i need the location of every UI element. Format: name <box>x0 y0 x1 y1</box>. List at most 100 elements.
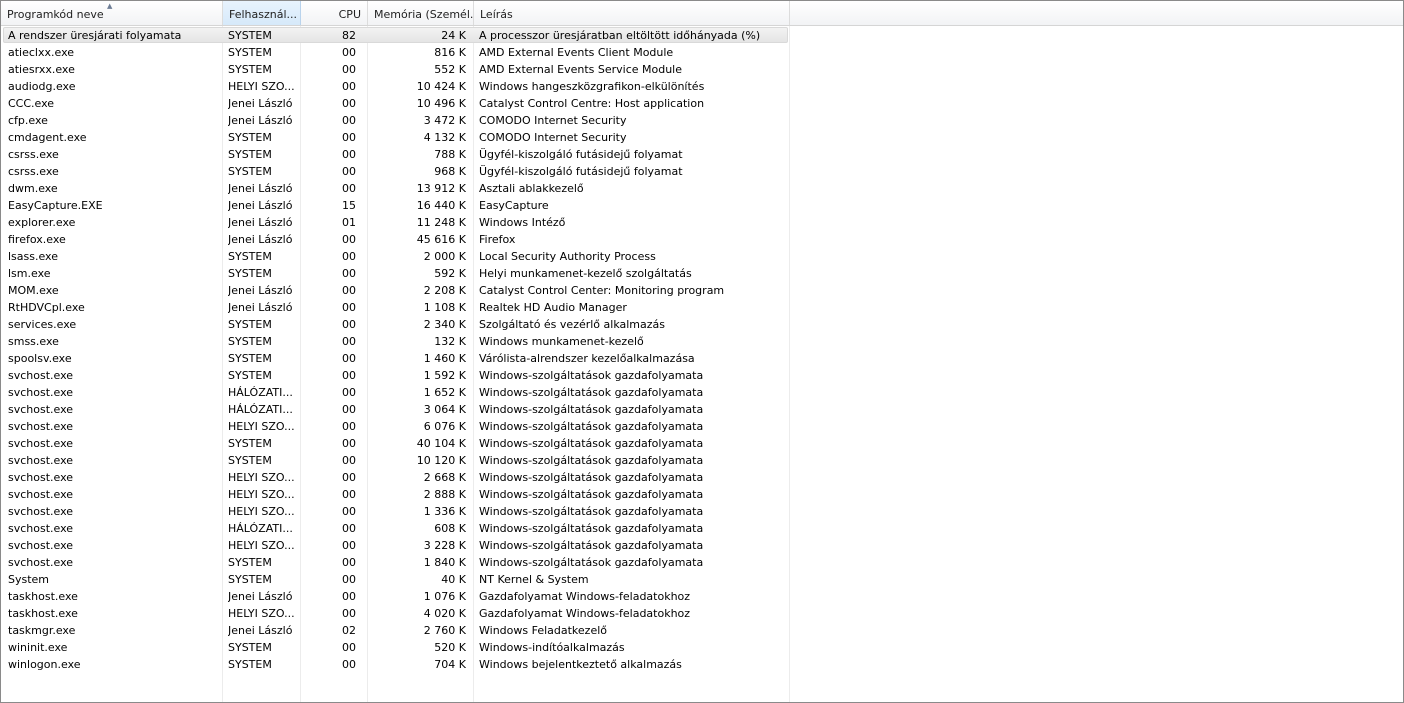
process-row[interactable]: audiodg.exe HELYI SZO... 00 10 424 K Windows… <box>1 78 1403 95</box>
process-row[interactable]: taskhost.exe HELYI SZO... 00 4 020 K Gazdafo… <box>1 605 1403 622</box>
process-row[interactable]: winlogon.exe SYSTEM 00 704 K Windows bejelen… <box>1 656 1403 673</box>
process-user: HELYI SZO... <box>228 80 295 93</box>
process-rows: A rendszer üresjárati folyamata SYSTEM 82 2… <box>1 27 1403 673</box>
process-name: taskhost.exe <box>8 607 78 620</box>
process-row[interactable]: lsm.exe SYSTEM 00 592 K Helyi munkamenet-kez… <box>1 265 1403 282</box>
column-header-cpu-label: CPU <box>338 8 361 21</box>
process-row[interactable]: lsass.exe SYSTEM 00 2 000 K Local Security A… <box>1 248 1403 265</box>
process-cpu: 00 <box>342 454 356 467</box>
sort-ascending-icon: ▲ <box>107 2 113 10</box>
process-row[interactable]: firefox.exe Jenei László 00 45 616 K Firefox <box>1 231 1403 248</box>
process-row[interactable]: svchost.exe SYSTEM 00 10 120 K Windows-szolg… <box>1 452 1403 469</box>
column-header-cpu[interactable]: CPU <box>301 1 368 25</box>
process-cpu: 00 <box>342 267 356 280</box>
process-description: NT Kernel & System <box>479 573 589 586</box>
process-row[interactable]: wininit.exe SYSTEM 00 520 K Windows-indítóal… <box>1 639 1403 656</box>
process-row[interactable]: cfp.exe Jenei László 00 3 472 K COMODO Inter… <box>1 112 1403 129</box>
process-row[interactable]: smss.exe SYSTEM 00 132 K Windows munkamenet-… <box>1 333 1403 350</box>
process-name: winlogon.exe <box>8 658 81 671</box>
process-name: RtHDVCpl.exe <box>8 301 85 314</box>
process-description: Ügyfél-kiszolgáló futásidejű folyamat <box>479 165 683 178</box>
process-cpu: 00 <box>342 641 356 654</box>
process-row[interactable]: services.exe SYSTEM 00 2 340 K Szolgáltató é… <box>1 316 1403 333</box>
process-row[interactable]: csrss.exe SYSTEM 00 788 K Ügyfél-kiszolgáló … <box>1 146 1403 163</box>
process-cpu: 00 <box>342 556 356 569</box>
process-row[interactable]: svchost.exe SYSTEM 00 1 592 K Windows-szolgá… <box>1 367 1403 384</box>
process-row[interactable]: spoolsv.exe SYSTEM 00 1 460 K Várólista-alre… <box>1 350 1403 367</box>
process-description: A processzor üresjáratban eltöltött időh… <box>479 29 761 42</box>
process-list-view[interactable]: ▲ Programkód neve Felhasznál... CPU Memó… <box>0 0 1404 703</box>
column-header-user[interactable]: Felhasznál... <box>223 1 301 25</box>
column-header-name[interactable]: ▲ Programkód neve <box>1 1 223 25</box>
process-row[interactable]: svchost.exe SYSTEM 00 1 840 K Windows-szolgá… <box>1 554 1403 571</box>
process-user: HELYI SZO... <box>228 488 295 501</box>
process-row[interactable]: svchost.exe HELYI SZO... 00 1 336 K Windows-… <box>1 503 1403 520</box>
process-row[interactable]: svchost.exe HELYI SZO... 00 6 076 K Windows-… <box>1 418 1403 435</box>
process-user: SYSTEM <box>228 641 272 654</box>
process-description: Windows Intéző <box>479 216 566 229</box>
process-name: cfp.exe <box>8 114 48 127</box>
process-cpu: 02 <box>342 624 356 637</box>
process-row[interactable]: svchost.exe HÁLÓZATI... 00 1 652 K Windows-s… <box>1 384 1403 401</box>
process-user: SYSTEM <box>228 318 272 331</box>
process-row[interactable]: svchost.exe HELYI SZO... 00 3 228 K Windows-… <box>1 537 1403 554</box>
process-row[interactable]: taskmgr.exe Jenei László 02 2 760 K Windows … <box>1 622 1403 639</box>
process-cpu: 00 <box>342 301 356 314</box>
process-row[interactable]: svchost.exe HÁLÓZATI... 00 3 064 K Windows-s… <box>1 401 1403 418</box>
process-user: HELYI SZO... <box>228 471 295 484</box>
process-memory: 1 460 K <box>423 352 466 365</box>
process-row[interactable]: dwm.exe Jenei László 00 13 912 K Asztali abl… <box>1 180 1403 197</box>
process-user: HELYI SZO... <box>228 539 295 552</box>
column-header-description[interactable]: Leírás <box>474 1 790 25</box>
process-description: Windows-szolgáltatások gazdafolyamata <box>479 454 704 467</box>
process-row[interactable]: svchost.exe HÁLÓZATI... 00 608 K Windows-szo… <box>1 520 1403 537</box>
process-description: Gazdafolyamat Windows-feladatokhoz <box>479 607 691 620</box>
process-cpu: 00 <box>342 590 356 603</box>
process-row[interactable]: svchost.exe SYSTEM 00 40 104 K Windows-szolg… <box>1 435 1403 452</box>
process-row[interactable]: explorer.exe Jenei László 01 11 248 K Window… <box>1 214 1403 231</box>
process-cpu: 00 <box>342 233 356 246</box>
process-name: CCC.exe <box>8 97 55 110</box>
process-user: HÁLÓZATI... <box>228 522 293 535</box>
process-name: A rendszer üresjárati folyamata <box>8 29 182 42</box>
column-header-memory[interactable]: Memória (Személ... <box>368 1 474 25</box>
process-cpu: 00 <box>342 369 356 382</box>
process-name: taskmgr.exe <box>8 624 76 637</box>
process-user: Jenei László <box>228 284 293 297</box>
process-memory: 3 228 K <box>423 539 466 552</box>
process-row[interactable]: taskhost.exe Jenei László 00 1 076 K Gazdafo… <box>1 588 1403 605</box>
column-header-bar: ▲ Programkód neve Felhasznál... CPU Memó… <box>1 1 1403 26</box>
process-cpu: 00 <box>342 97 356 110</box>
process-memory: 16 440 K <box>416 199 466 212</box>
process-memory: 816 K <box>434 46 466 59</box>
process-description: EasyCapture <box>479 199 549 212</box>
process-row[interactable]: CCC.exe Jenei László 00 10 496 K Catalyst Co… <box>1 95 1403 112</box>
process-description: Catalyst Control Centre: Host applicatio… <box>479 97 705 110</box>
process-cpu: 01 <box>342 216 356 229</box>
process-row[interactable]: cmdagent.exe SYSTEM 00 4 132 K COMODO Intern… <box>1 129 1403 146</box>
process-memory: 520 K <box>434 641 466 654</box>
process-row[interactable]: EasyCapture.EXE Jenei László 15 16 440 K Eas… <box>1 197 1403 214</box>
process-name: spoolsv.exe <box>8 352 72 365</box>
process-description: Windows-szolgáltatások gazdafolyamata <box>479 403 704 416</box>
process-row[interactable]: atieclxx.exe SYSTEM 00 816 K AMD External Ev… <box>1 44 1403 61</box>
process-cpu: 00 <box>342 250 356 263</box>
column-header-user-label: Felhasznál... <box>229 8 298 21</box>
process-row[interactable]: MOM.exe Jenei László 00 2 208 K Catalyst Con… <box>1 282 1403 299</box>
process-memory: 2 340 K <box>423 318 466 331</box>
process-description: COMODO Internet Security <box>479 131 627 144</box>
process-row[interactable]: svchost.exe HELYI SZO... 00 2 668 K Windows-… <box>1 469 1403 486</box>
process-row[interactable]: System SYSTEM 00 40 K NT Kernel & System <box>1 571 1403 588</box>
process-description: Várólista-alrendszer kezelőalkalmazása <box>479 352 695 365</box>
process-row[interactable]: A rendszer üresjárati folyamata SYSTEM 82 2… <box>1 27 1403 44</box>
process-description: Windows bejelentkeztető alkalmazás <box>479 658 682 671</box>
process-row[interactable]: atiesrxx.exe SYSTEM 00 552 K AMD External Ev… <box>1 61 1403 78</box>
process-row[interactable]: RtHDVCpl.exe Jenei László 00 1 108 K Realtek… <box>1 299 1403 316</box>
process-cpu: 00 <box>342 471 356 484</box>
process-user: SYSTEM <box>228 454 272 467</box>
process-description: Catalyst Control Center: Monitoring prog… <box>479 284 725 297</box>
process-row[interactable]: svchost.exe HELYI SZO... 00 2 888 K Windows-… <box>1 486 1403 503</box>
process-description: COMODO Internet Security <box>479 114 627 127</box>
process-row[interactable]: csrss.exe SYSTEM 00 968 K Ügyfél-kiszolgáló … <box>1 163 1403 180</box>
process-description: Windows-szolgáltatások gazdafolyamata <box>479 556 704 569</box>
